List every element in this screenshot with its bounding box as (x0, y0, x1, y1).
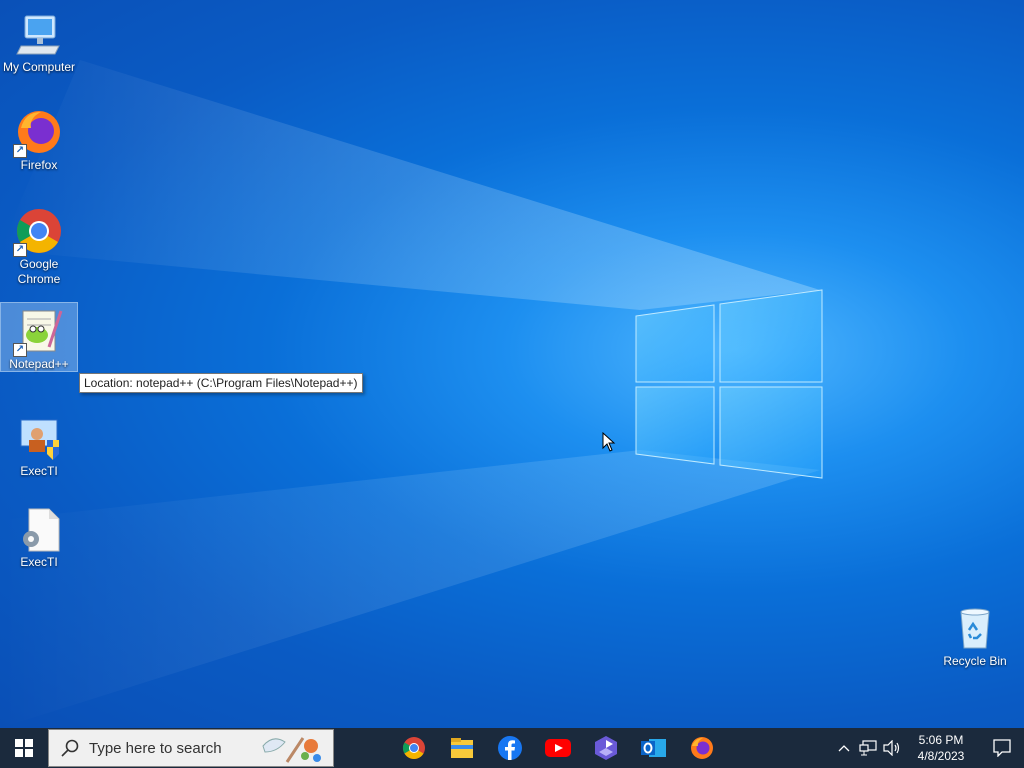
desktop-icon-label: Recycle Bin (943, 654, 1007, 668)
chevron-up-icon (838, 745, 850, 752)
notification-icon (993, 739, 1011, 757)
shortcut-arrow-icon: ↗ (13, 243, 27, 257)
taskbar-app-file-explorer[interactable] (438, 728, 486, 768)
taskbar-clock[interactable]: 5:06 PM 4/8/2023 (910, 732, 972, 764)
taskbar-pinned-apps (390, 728, 726, 768)
windows-logo-wallpaper (635, 289, 823, 479)
vpn-shield-icon (595, 736, 617, 760)
desktop-icon-execti[interactable]: ExecTI (1, 410, 77, 479)
execti-admin-icon (15, 414, 63, 462)
desktop-icon-label: ExecTI (20, 555, 58, 569)
windows-start-icon (15, 739, 33, 757)
chrome-icon: ↗ (13, 207, 63, 257)
computer-icon (15, 10, 63, 58)
recycle-bin-icon (951, 604, 999, 652)
desktop-icon-my-computer[interactable]: My Computer (1, 6, 77, 75)
shortcut-arrow-icon: ↗ (13, 343, 27, 357)
firefox-icon (691, 737, 713, 759)
desktop-icon-recycle-bin[interactable]: Recycle Bin (937, 600, 1013, 669)
taskbar-app-chrome[interactable] (390, 728, 438, 768)
network-tray-button[interactable] (856, 728, 880, 768)
file-explorer-icon (451, 738, 473, 758)
taskbar-search-box[interactable]: Type here to search (48, 729, 334, 767)
taskbar-app-facebook[interactable] (486, 728, 534, 768)
desktop-icon-label: My Computer (2, 60, 76, 74)
desktop-icon-label: Google Chrome (17, 257, 61, 286)
facebook-icon (498, 736, 522, 760)
clock-time: 5:06 PM (918, 733, 964, 747)
taskbar-app-outlook[interactable] (630, 728, 678, 768)
shortcut-arrow-icon: ↗ (13, 144, 27, 158)
desktop-icon-notepad-plus-plus[interactable]: ↗ Notepad++ (0, 302, 78, 372)
system-tray: 5:06 PM 4/8/2023 (832, 728, 1024, 768)
speaker-icon (883, 740, 900, 756)
clock-date: 4/8/2023 (917, 749, 965, 763)
tooltip: Location: notepad++ (C:\Program Files\No… (79, 373, 363, 393)
wallpaper-light-beams (0, 60, 820, 728)
start-button[interactable] (0, 728, 48, 768)
desktop-icon-label: Firefox (20, 158, 58, 172)
mouse-cursor-icon (602, 432, 616, 452)
volume-tray-button[interactable] (880, 728, 904, 768)
taskbar: Type here to search 5:06 PM 4/8/2023 (0, 728, 1024, 768)
desktop[interactable]: My Computer ↗ Firefox ↗ Google Chrome ↗ … (0, 0, 1024, 728)
show-hidden-icons-button[interactable] (832, 728, 856, 768)
taskbar-app-vpn[interactable] (582, 728, 630, 768)
chrome-icon (403, 737, 425, 759)
taskbar-app-youtube[interactable] (534, 728, 582, 768)
search-icon (61, 739, 79, 757)
youtube-icon (545, 739, 571, 757)
desktop-icon-label: Notepad++ (9, 357, 69, 371)
desktop-icon-firefox[interactable]: ↗ Firefox (1, 104, 77, 173)
taskbar-app-firefox[interactable] (678, 728, 726, 768)
execti-settings-file-icon (15, 505, 63, 553)
desktop-icon-label: ExecTI (20, 464, 58, 478)
action-center-button[interactable] (980, 728, 1024, 768)
search-highlight-art-icon[interactable] (259, 732, 325, 766)
notepad-plus-plus-icon: ↗ (13, 307, 63, 357)
network-icon (859, 740, 877, 756)
outlook-icon (641, 739, 666, 757)
firefox-icon: ↗ (13, 108, 63, 158)
desktop-icon-execti-file[interactable]: ExecTI (1, 501, 77, 570)
desktop-icon-google-chrome[interactable]: ↗ Google Chrome (1, 203, 77, 287)
